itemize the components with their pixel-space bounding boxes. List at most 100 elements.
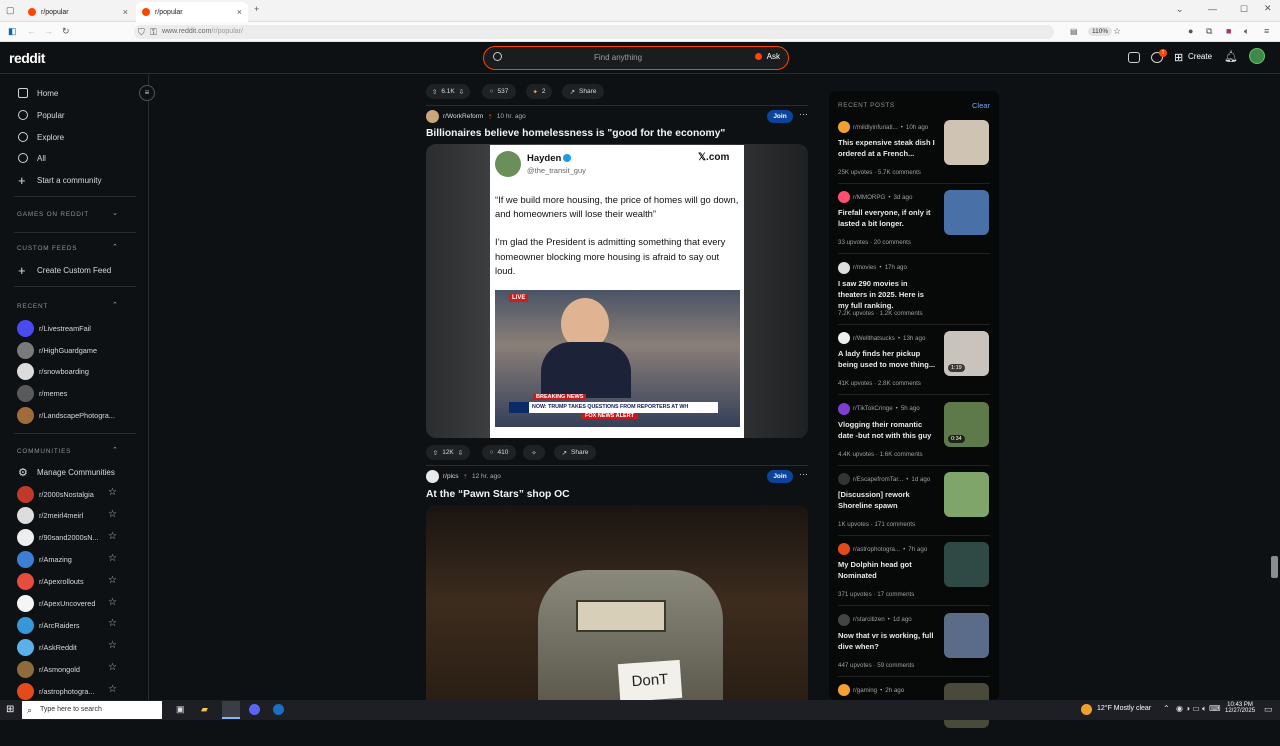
sidebar-item-community[interactable]: r/ApexUncovered [17, 594, 95, 614]
sidebar-item-community[interactable]: r/Apexrollouts [17, 572, 84, 592]
bookmark-star-icon[interactable]: ☆ [1113, 26, 1121, 37]
vote-bar[interactable]: ⇧ 6.1K ⇩ [426, 84, 470, 99]
custom-feeds-section-header[interactable]: CUSTOM FEEDS [17, 245, 77, 252]
audio-icon[interactable]: 🔈︎ [1244, 26, 1249, 37]
clear-button[interactable]: Clear [972, 101, 990, 110]
recent-post-thumbnail[interactable] [944, 190, 989, 236]
chevron-up-icon[interactable]: ⌃ [112, 301, 118, 309]
reddit-logo[interactable]: reddit [9, 50, 45, 66]
manage-communities[interactable]: ⚙ Manage Communities [18, 463, 115, 481]
award-button[interactable]: ✧ [523, 445, 545, 460]
recent-post-item[interactable]: r/TikTokCringe • 5h ago Vlogging their roma… [838, 401, 990, 465]
favorite-star-icon[interactable]: ☆ [108, 487, 117, 498]
recent-post-item[interactable]: r/mildlyinfuriati... • 10h ago This expensi… [838, 119, 990, 183]
recent-post-title[interactable]: A lady finds her pickup being used to mo… [838, 348, 936, 370]
sidebar-item-highguardgame[interactable]: r/HighGuardgame [17, 340, 97, 360]
comments-button[interactable]: ○ 410 [482, 445, 516, 460]
zoom-level[interactable]: 110% [1088, 27, 1113, 36]
discord-taskbar-icon[interactable] [249, 704, 260, 715]
recent-post-subreddit[interactable]: r/astrophotogra... [853, 546, 900, 553]
reader-view-icon[interactable]: ▤ [1070, 25, 1078, 39]
recent-post-title[interactable]: This expensive steak dish I ordered at a… [838, 137, 936, 159]
recent-post-title[interactable]: [Discussion] rework Shoreline spawn [838, 489, 936, 511]
favorite-star-icon[interactable]: ☆ [108, 662, 117, 673]
post-title[interactable]: Billionaires believe homelessness is "go… [426, 128, 725, 139]
sidebar-item-livestreamfail[interactable]: r/LivestreamFail [17, 318, 91, 338]
close-tab-icon[interactable]: × [237, 7, 242, 17]
favorite-star-icon[interactable]: ☆ [108, 531, 117, 542]
recent-post-subreddit[interactable]: r/gaming [853, 687, 877, 694]
post-image[interactable]: DonT [426, 505, 808, 703]
favorite-star-icon[interactable]: ☆ [108, 509, 117, 520]
games-section-header[interactable]: GAMES ON REDDIT [17, 211, 89, 218]
sidebar-item-community[interactable]: r/Amazing [17, 550, 72, 570]
favorite-star-icon[interactable]: ☆ [108, 597, 117, 608]
task-view-icon[interactable]: ▣ [176, 704, 185, 715]
tab-list-icon[interactable]: ⌄ [1176, 4, 1184, 15]
file-explorer-icon[interactable]: ▰ [201, 704, 208, 715]
sidebar-toggle-icon[interactable]: ◧ [8, 26, 17, 37]
url-field[interactable]: ⛉ ⚿ www.reddit.com/r/popular/ ▤ [134, 25, 1078, 39]
recent-post-subreddit[interactable]: r/TikTokCringe [853, 405, 893, 412]
sidebar-item-community[interactable]: r/AskReddit [17, 637, 77, 657]
subreddit-avatar[interactable] [426, 470, 439, 483]
forward-icon[interactable]: → [44, 26, 53, 36]
recent-post-subreddit[interactable]: r/movies [853, 264, 876, 271]
minimize-icon[interactable]: — [1208, 4, 1217, 14]
subreddit-link[interactable]: r/WorkReform [443, 113, 483, 120]
windows-start-icon[interactable]: ⊞ [6, 704, 14, 715]
comments-button[interactable]: ○ 537 [482, 84, 516, 99]
share-button[interactable]: ↗ Share [562, 84, 604, 99]
sidebar-item-community[interactable]: r/astrophotogra... [17, 681, 95, 701]
steam-taskbar-icon[interactable] [273, 704, 284, 715]
recent-post-thumbnail[interactable] [944, 612, 989, 658]
back-icon[interactable]: ← [27, 26, 36, 36]
chevron-down-icon[interactable]: ⌄ [112, 209, 118, 217]
close-tab-icon[interactable]: × [123, 7, 128, 17]
notifications-bell-icon[interactable]: 🔔︎ [1224, 50, 1238, 63]
advertise-icon[interactable] [1128, 52, 1140, 63]
reload-icon[interactable]: ↻ [62, 26, 70, 37]
favorite-star-icon[interactable]: ☆ [108, 553, 117, 564]
sidebar-item-memes[interactable]: r/memes [17, 383, 67, 403]
vote-bar[interactable]: ⇧ 12K ⇩ [426, 445, 470, 460]
recent-post-title[interactable]: Now that vr is working, full dive when? [838, 630, 936, 652]
award-button[interactable]: ✦ 2 [526, 84, 552, 99]
firefox-taskbar-icon[interactable] [222, 701, 240, 719]
create-custom-feed[interactable]: + Create Custom Feed [18, 261, 111, 279]
downvote-icon[interactable]: ⇩ [458, 449, 463, 457]
tray-chevron-icon[interactable]: ⌃ [1163, 704, 1170, 713]
notifications-icon[interactable]: ▭ [1264, 704, 1273, 715]
sidebar-item-community[interactable]: r/2meirl4meirl [17, 506, 83, 526]
sidebar-item-explore[interactable]: Explore [18, 128, 64, 146]
chevron-up-icon[interactable]: ⌃ [112, 243, 118, 251]
page-scrollbar-thumb[interactable] [1271, 556, 1278, 578]
favorite-star-icon[interactable]: ☆ [108, 684, 117, 695]
avatar[interactable] [1249, 48, 1265, 64]
recent-post-item[interactable]: r/Wellthatsucks • 13h ago A lady finds her … [838, 330, 990, 394]
recent-post-title[interactable]: Firefall everyone, if only it lasted a b… [838, 207, 936, 229]
clock[interactable]: 10:43 PM 12/27/2025 [1225, 702, 1255, 714]
save-icon[interactable]: ⧉ [1206, 26, 1212, 37]
sidebar-item-landscapephotography[interactable]: r/LandscapePhotogra... [17, 405, 115, 425]
maximize-icon[interactable]: ☐ [1240, 4, 1248, 15]
recent-post-subreddit[interactable]: r/starcitizen [853, 616, 885, 623]
ask-button[interactable]: Ask [754, 52, 780, 61]
new-tab-icon[interactable]: + [254, 4, 259, 14]
recent-post-item[interactable]: r/EscapefromTar... • 1d ago [Discussion] re… [838, 471, 990, 535]
extension-icon[interactable]: ● [1188, 26, 1193, 36]
recent-post-item[interactable]: r/starcitizen • 1d ago Now that vr is worki… [838, 612, 990, 676]
recent-post-title[interactable]: My Dolphin head got Nominated [838, 559, 936, 581]
recent-post-title[interactable]: Vlogging their romantic date -but not wi… [838, 419, 936, 441]
browser-tab-2[interactable]: r/popular × [136, 2, 248, 22]
recent-post-thumbnail[interactable] [944, 472, 989, 517]
favorite-star-icon[interactable]: ☆ [108, 575, 117, 586]
sidebar-item-community[interactable]: r/Asmongold [17, 659, 80, 679]
more-options-icon[interactable]: ··· [799, 469, 808, 479]
recent-post-item[interactable]: r/MMORPG • 3d ago Firefall everyone, if onl… [838, 189, 990, 253]
sidebar-item-popular[interactable]: Popular [18, 106, 65, 124]
post-title[interactable]: At the “Pawn Stars” shop OC [426, 489, 570, 500]
sidebar-item-community[interactable]: r/90sand2000sN... [17, 528, 99, 548]
join-button[interactable]: Join [767, 110, 793, 123]
upvote-icon[interactable]: ⇧ [433, 449, 438, 457]
